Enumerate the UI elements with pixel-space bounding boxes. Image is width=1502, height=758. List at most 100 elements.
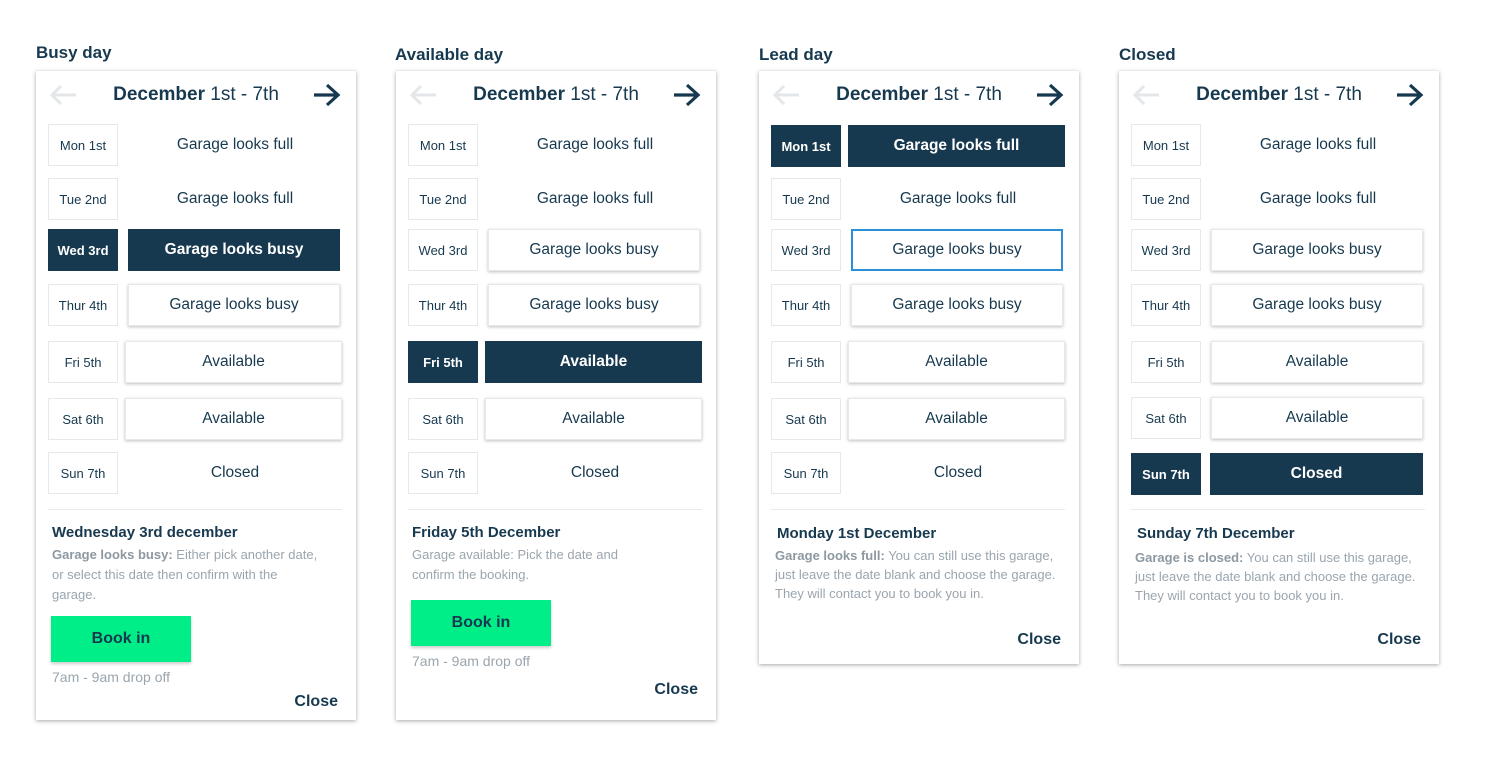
day-row[interactable]: Thur 4th Garage looks busy [759, 284, 1079, 328]
divider [1131, 509, 1425, 510]
day-status: Garage looks full [899, 190, 1017, 207]
day-row[interactable]: Mon 1st Garage looks full [1119, 124, 1439, 168]
day-row-selected[interactable]: Sun 7th Closed [1119, 453, 1439, 497]
day-status[interactable]: Garage looks busy [1211, 284, 1423, 326]
week-range-title: December 1st - 7th [836, 84, 1002, 105]
day-status: Garage looks full [176, 136, 294, 153]
day-label[interactable]: Sat 6th [48, 398, 118, 440]
day-row[interactable]: Wed 3rd Garage looks busy [1119, 229, 1439, 273]
dropoff-time: 7am - 9am drop off [412, 653, 531, 669]
day-status[interactable]: Available [125, 398, 342, 440]
day-label[interactable]: Sun 7th [48, 452, 118, 494]
book-in-button[interactable]: Book in [411, 600, 551, 646]
day-label[interactable]: Sat 6th [771, 398, 841, 440]
day-row[interactable]: Sat 6th Available [36, 398, 356, 442]
day-label[interactable]: Tue 2nd [408, 178, 478, 220]
day-row[interactable]: Sun 7th Closed [759, 452, 1079, 496]
day-row-selected[interactable]: Mon 1st Garage looks full [759, 125, 1079, 169]
day-label[interactable]: Sun 7th [408, 452, 478, 494]
day-row-selected[interactable]: Fri 5th Available [396, 341, 716, 385]
day-row[interactable]: Tue 2nd Garage looks full [759, 178, 1079, 222]
day-status[interactable]: Available [125, 341, 342, 383]
day-label[interactable]: Thur 4th [771, 284, 841, 326]
day-label[interactable]: Tue 2nd [771, 178, 841, 220]
day-label[interactable]: Thur 4th [48, 284, 118, 326]
day-label[interactable]: Sun 7th [771, 452, 841, 494]
day-status[interactable]: Garage looks busy [128, 284, 340, 326]
close-button[interactable]: Close [1017, 631, 1061, 649]
day-status[interactable]: Available [1211, 397, 1423, 439]
day-row[interactable]: Tue 2nd Garage looks full [36, 178, 356, 222]
selected-date-description: Garage looks busy: Either pick another d… [52, 547, 318, 602]
day-row[interactable]: Thur 4th Garage looks busy [1119, 284, 1439, 328]
day-row[interactable]: Wed 3rd Garage looks busy [759, 229, 1079, 273]
day-row[interactable]: Fri 5th Available [759, 341, 1079, 385]
dropoff-time: 7am - 9am drop off [52, 669, 171, 685]
day-row[interactable]: Tue 2nd Garage looks full [1119, 178, 1439, 222]
day-label[interactable]: Wed 3rd [771, 229, 841, 271]
calendar-card: December 1st - 7th Mon 1st Garage looks … [1119, 71, 1439, 664]
arrow-right-icon[interactable] [1395, 82, 1425, 108]
day-status[interactable]: Available [848, 341, 1065, 383]
day-label[interactable]: Sat 6th [1131, 397, 1201, 439]
day-label[interactable]: Wed 3rd [408, 229, 478, 271]
day-label[interactable]: Fri 5th [771, 341, 841, 383]
day-row[interactable]: Sat 6th Available [396, 398, 716, 442]
day-label[interactable]: Wed 3rd [1131, 229, 1201, 271]
day-status: Garage looks full [176, 190, 294, 207]
day-row[interactable]: Mon 1st Garage looks full [396, 124, 716, 168]
arrow-right-icon[interactable] [1035, 82, 1065, 108]
day-label[interactable]: Fri 5th [48, 341, 118, 383]
arrow-right-icon[interactable] [672, 82, 702, 108]
day-row[interactable]: Tue 2nd Garage looks full [396, 178, 716, 222]
day-status[interactable]: Closed [1210, 453, 1423, 495]
day-status[interactable]: Garage looks busy [488, 284, 700, 326]
panel-title: Closed [1119, 45, 1176, 64]
day-row-selected[interactable]: Wed 3rd Garage looks busy [36, 229, 356, 273]
day-status[interactable]: Available [485, 398, 702, 440]
arrow-right-icon[interactable] [312, 82, 342, 108]
calendar-card: December 1st - 7th Mon 1st Garage looks … [396, 71, 716, 720]
day-status[interactable]: Garage looks busy [1211, 229, 1423, 271]
close-button[interactable]: Close [654, 681, 698, 699]
day-label[interactable]: Thur 4th [408, 284, 478, 326]
day-label[interactable]: Mon 1st [771, 125, 841, 167]
day-label[interactable]: Fri 5th [408, 341, 478, 383]
book-in-button[interactable]: Book in [51, 616, 191, 662]
day-status[interactable]: Available [1211, 341, 1423, 383]
day-row[interactable]: Mon 1st Garage looks full [36, 124, 356, 168]
calendar-card: December 1st - 7th Mon 1st Garage looks … [759, 71, 1079, 664]
day-row[interactable]: Fri 5th Available [36, 341, 356, 385]
day-status[interactable]: Available [848, 398, 1065, 440]
day-row[interactable]: Wed 3rd Garage looks busy [396, 229, 716, 273]
day-row[interactable]: Sun 7th Closed [396, 452, 716, 496]
day-label[interactable]: Fri 5th [1131, 341, 1201, 383]
day-label[interactable]: Tue 2nd [48, 178, 118, 220]
selected-date-description: Garage looks full: You can still use thi… [775, 548, 1056, 601]
day-label[interactable]: Sun 7th [1131, 453, 1201, 495]
day-row[interactable]: Sat 6th Available [1119, 397, 1439, 441]
divider [771, 509, 1065, 510]
calendar-header: December 1st - 7th [1119, 71, 1439, 121]
day-row[interactable]: Sun 7th Closed [36, 452, 356, 496]
day-label[interactable]: Wed 3rd [48, 229, 118, 271]
day-status[interactable]: Garage looks busy [128, 229, 340, 271]
day-row[interactable]: Thur 4th Garage looks busy [36, 284, 356, 328]
day-status[interactable]: Garage looks busy [851, 229, 1063, 271]
day-status[interactable]: Available [485, 341, 702, 383]
close-button[interactable]: Close [294, 693, 338, 711]
day-label[interactable]: Thur 4th [1131, 284, 1201, 326]
day-label[interactable]: Mon 1st [408, 124, 478, 166]
day-row[interactable]: Sat 6th Available [759, 398, 1079, 442]
day-status: Garage looks full [1259, 190, 1377, 207]
day-label[interactable]: Mon 1st [48, 124, 118, 166]
day-status[interactable]: Garage looks busy [488, 229, 700, 271]
day-status[interactable]: Garage looks busy [851, 284, 1063, 326]
day-label[interactable]: Mon 1st [1131, 124, 1201, 166]
day-label[interactable]: Tue 2nd [1131, 178, 1201, 220]
close-button[interactable]: Close [1377, 631, 1421, 649]
day-status[interactable]: Garage looks full [848, 125, 1065, 167]
day-label[interactable]: Sat 6th [408, 398, 478, 440]
day-row[interactable]: Thur 4th Garage looks busy [396, 284, 716, 328]
day-row[interactable]: Fri 5th Available [1119, 341, 1439, 385]
